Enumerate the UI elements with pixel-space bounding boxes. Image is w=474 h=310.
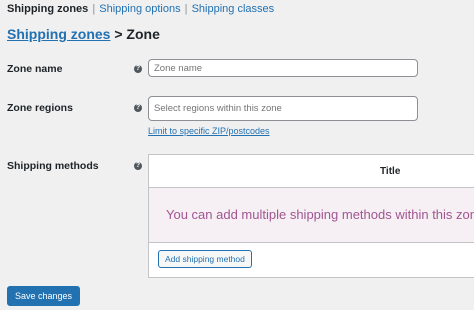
- zone-name-label: Zone name: [7, 63, 63, 75]
- zone-regions-select[interactable]: [148, 96, 418, 121]
- breadcrumb-shipping-zones-link[interactable]: Shipping zones: [7, 26, 110, 42]
- subnav-shipping-zones[interactable]: Shipping zones: [7, 3, 88, 15]
- add-shipping-method-button[interactable]: Add shipping method: [158, 250, 252, 268]
- zone-regions-label: Zone regions: [7, 102, 73, 114]
- save-changes-button[interactable]: Save changes: [7, 286, 81, 306]
- shipping-methods-table: Title You can add multiple shipping meth…: [148, 154, 474, 278]
- empty-methods-message: You can add multiple shipping methods wi…: [166, 207, 474, 222]
- help-icon[interactable]: ?: [134, 65, 142, 73]
- subnav-shipping-classes[interactable]: Shipping classes: [192, 3, 275, 15]
- column-title: Title: [380, 166, 401, 177]
- shipping-subnav: Shipping zones | Shipping options | Ship…: [7, 3, 274, 15]
- subnav-shipping-options[interactable]: Shipping options: [99, 3, 180, 15]
- breadcrumb: Shipping zones > Zone: [7, 26, 160, 42]
- zone-name-input[interactable]: [148, 59, 418, 77]
- table-header: Title: [149, 155, 474, 188]
- empty-methods-row: You can add multiple shipping methods wi…: [149, 188, 474, 243]
- breadcrumb-current: > Zone: [110, 26, 160, 42]
- help-icon[interactable]: ?: [134, 104, 142, 112]
- help-icon[interactable]: ?: [134, 162, 142, 170]
- subnav-separator: |: [92, 3, 96, 15]
- subnav-separator: |: [184, 3, 188, 15]
- shipping-methods-label: Shipping methods: [7, 160, 99, 172]
- limit-zip-postcodes-link[interactable]: Limit to specific ZIP/postcodes: [148, 126, 270, 136]
